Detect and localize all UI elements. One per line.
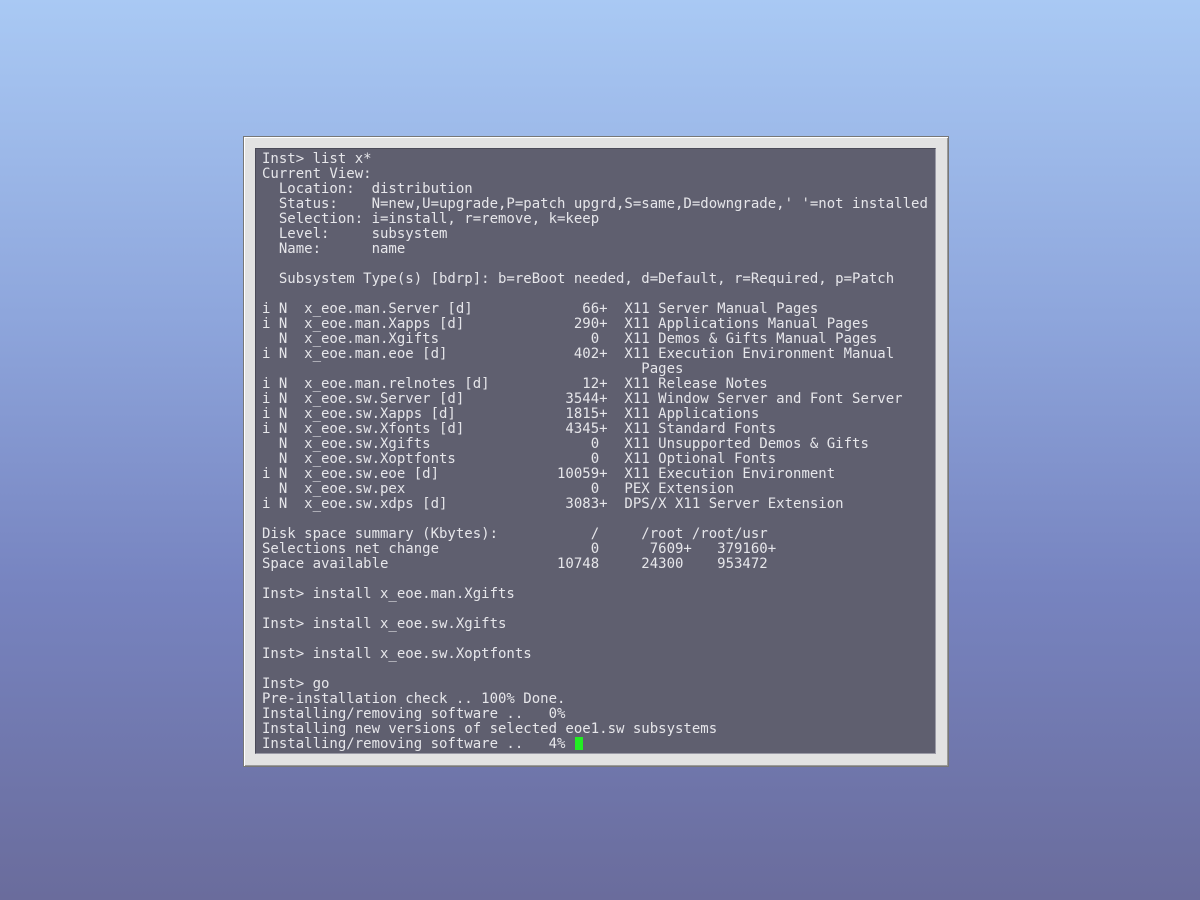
terminal-line: i N x_eoe.man.Xapps [d] 290+ X11 Applica… bbox=[262, 316, 869, 332]
terminal-line: Installing/removing software .. 0% bbox=[262, 706, 566, 722]
terminal-screen[interactable]: Inst> list x* Current View: Location: dis… bbox=[255, 148, 936, 754]
terminal-line: i N x_eoe.sw.Xapps [d] 1815+ X11 Applica… bbox=[262, 406, 760, 422]
terminal-line: i N x_eoe.sw.Server [d] 3544+ X11 Window… bbox=[262, 391, 903, 407]
terminal-active-line-text: Installing/removing software .. 4% bbox=[262, 736, 574, 752]
terminal-line: Subsystem Type(s) [bdrp]: b=reBoot neede… bbox=[262, 271, 895, 287]
terminal-line: Inst> install x_eoe.sw.Xoptfonts bbox=[262, 646, 532, 662]
terminal-line: Selections net change 0 7609+ 379160+ bbox=[262, 541, 777, 557]
text-cursor bbox=[574, 737, 583, 750]
terminal-line: Inst> go bbox=[262, 676, 330, 692]
terminal-line: i N x_eoe.man.eoe [d] 402+ X11 Execution… bbox=[262, 346, 895, 362]
terminal-line: Level: subsystem bbox=[262, 226, 448, 242]
terminal-line: i N x_eoe.sw.xdps [d] 3083+ DPS/X X11 Se… bbox=[262, 496, 844, 512]
terminal-active-line: Installing/removing software .. 4% bbox=[262, 737, 935, 752]
terminal-line: Pages bbox=[262, 361, 684, 377]
terminal-line: Disk space summary (Kbytes): / /root /ro… bbox=[262, 526, 768, 542]
terminal-line: N x_eoe.sw.pex 0 PEX Extension bbox=[262, 481, 735, 497]
terminal-line: i N x_eoe.sw.eoe [d] 10059+ X11 Executio… bbox=[262, 466, 836, 482]
terminal-line: Space available 10748 24300 953472 bbox=[262, 556, 768, 572]
terminal-line: i N x_eoe.man.relnotes [d] 12+ X11 Relea… bbox=[262, 376, 768, 392]
terminal-line: Status: N=new,U=upgrade,P=patch upgrd,S=… bbox=[262, 196, 928, 212]
terminal-line: Installing new versions of selected eoe1… bbox=[262, 721, 718, 737]
terminal-window[interactable]: Inst> list x* Current View: Location: dis… bbox=[243, 136, 949, 767]
terminal-line: N x_eoe.sw.Xgifts 0 X11 Unsupported Demo… bbox=[262, 436, 869, 452]
terminal-line: N x_eoe.sw.Xoptfonts 0 X11 Optional Font… bbox=[262, 451, 777, 467]
terminal-line: Pre-installation check .. 100% Done. bbox=[262, 691, 566, 707]
terminal-line: Inst> install x_eoe.sw.Xgifts bbox=[262, 616, 507, 632]
terminal-line: Selection: i=install, r=remove, k=keep bbox=[262, 211, 600, 227]
terminal-line: i N x_eoe.sw.Xfonts [d] 4345+ X11 Standa… bbox=[262, 421, 777, 437]
terminal-line: i N x_eoe.man.Server [d] 66+ X11 Server … bbox=[262, 301, 819, 317]
terminal-line: Current View: bbox=[262, 166, 372, 182]
terminal-line: Inst> list x* bbox=[262, 151, 372, 167]
terminal-line: Location: distribution bbox=[262, 181, 473, 197]
terminal-line: Inst> install x_eoe.man.Xgifts bbox=[262, 586, 515, 602]
terminal-output: Inst> list x* Current View: Location: dis… bbox=[262, 152, 935, 737]
terminal-line: Name: name bbox=[262, 241, 406, 257]
terminal-line: N x_eoe.man.Xgifts 0 X11 Demos & Gifts M… bbox=[262, 331, 878, 347]
